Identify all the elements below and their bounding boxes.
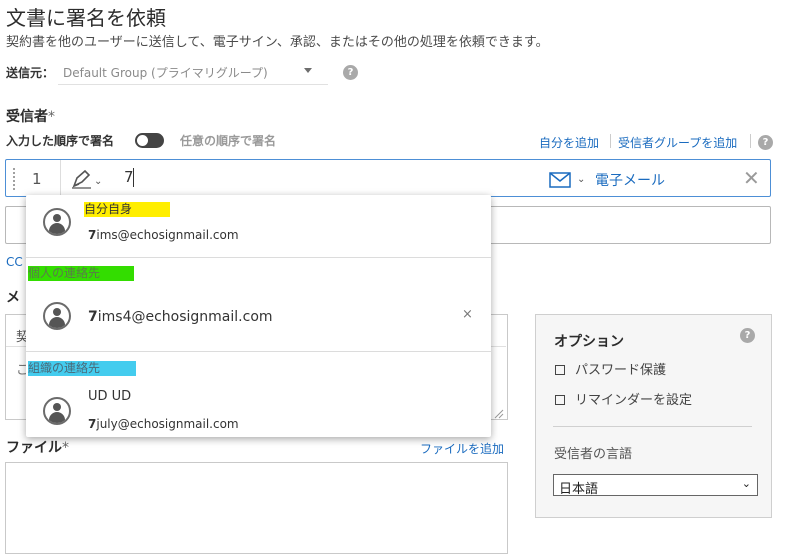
avatar-icon [43,397,71,425]
add-file-link[interactable]: ファイルを追加 [420,440,504,457]
chevron-down-icon[interactable] [304,68,312,73]
help-icon[interactable]: ? [758,135,773,150]
required-mark: * [62,440,69,456]
language-select-value: 日本語 [559,482,599,497]
sender-label: 送信元： [6,66,55,80]
add-recipient-group-link[interactable]: 受信者グループを追加 [618,134,737,151]
cc-link[interactable]: CC [6,255,23,269]
chevron-down-icon[interactable]: ⌄ [577,174,585,185]
add-self-link[interactable]: 自分を追加 [539,134,599,151]
dropdown-separator [26,351,491,352]
language-label: 受信者の言語 [554,447,633,462]
dropdown-item-email[interactable]: 7july@echosignmail.com [88,417,239,431]
drag-handle-icon[interactable] [13,168,17,190]
checkbox-icon[interactable] [555,394,565,405]
sign-in-order-label: 入力した順序で署名 [6,134,115,148]
checkbox-icon[interactable] [555,364,565,375]
row-separator [60,160,61,195]
dropdown-separator [26,257,491,258]
recipients-label-text: 受信者 [6,109,48,125]
sender-select[interactable]: Default Group (プライマリグループ) [63,64,268,81]
link-divider [610,134,611,148]
dropdown-item-name[interactable]: UD UD [88,389,131,404]
options-title: オプション [554,334,624,350]
options-divider [553,426,752,427]
password-option[interactable]: パスワード保護 [555,359,666,378]
link-divider [750,134,751,148]
dropdown-group-self: 自分自身 [84,202,170,217]
text-cursor [133,168,134,187]
recipient-order-number: 1 [32,170,42,188]
page-title: 文書に署名を依頼 [6,6,166,30]
password-option-label: パスワード保護 [575,363,667,378]
sign-order-toggle[interactable] [135,133,164,148]
avatar-icon [43,208,71,236]
dropdown-item-email[interactable]: 7ims@echosignmail.com [88,228,239,242]
mail-icon[interactable] [549,172,571,192]
message-label: メ [6,290,20,306]
delivery-method-label[interactable]: 電子メール [595,170,665,190]
any-order-label: 任意の順序で署名 [180,134,277,148]
page-subtitle: 契約書を他のユーザーに送信して、電子サイン、承認、またはその他の処理を依頼できま… [6,35,549,50]
files-label-text: ファイル [6,440,62,456]
toggle-knob [137,135,148,146]
reminder-option[interactable]: リマインダーを設定 [555,389,692,408]
resize-grip-icon[interactable] [494,404,504,419]
recipients-label: 受信者* [6,106,55,126]
required-mark: * [48,109,55,125]
help-icon[interactable]: ? [740,328,755,343]
remove-contact-icon[interactable]: × [462,307,473,322]
sender-underline [58,84,328,85]
close-icon[interactable]: ✕ [743,166,760,190]
dropdown-group-organization: 組織の連絡先 [28,361,136,376]
reminder-option-label: リマインダーを設定 [575,393,693,408]
file-drop-area[interactable] [5,462,508,554]
help-icon[interactable]: ? [343,65,358,80]
files-label: ファイル* [6,437,69,457]
dropdown-group-personal: 個人の連絡先 [28,266,134,281]
autocomplete-dropdown: 自分自身 7ims@echosignmail.com 個人の連絡先 7ims4@… [26,195,491,437]
dropdown-item-email[interactable]: 7ims4@echosignmail.com [88,309,273,325]
avatar-icon [43,302,71,330]
pen-icon[interactable] [71,169,93,193]
chevron-down-icon[interactable]: ⌄ [94,176,102,187]
chevron-down-icon: ⌄ [741,477,751,490]
language-select[interactable]: 日本語 ⌄ [553,474,758,497]
